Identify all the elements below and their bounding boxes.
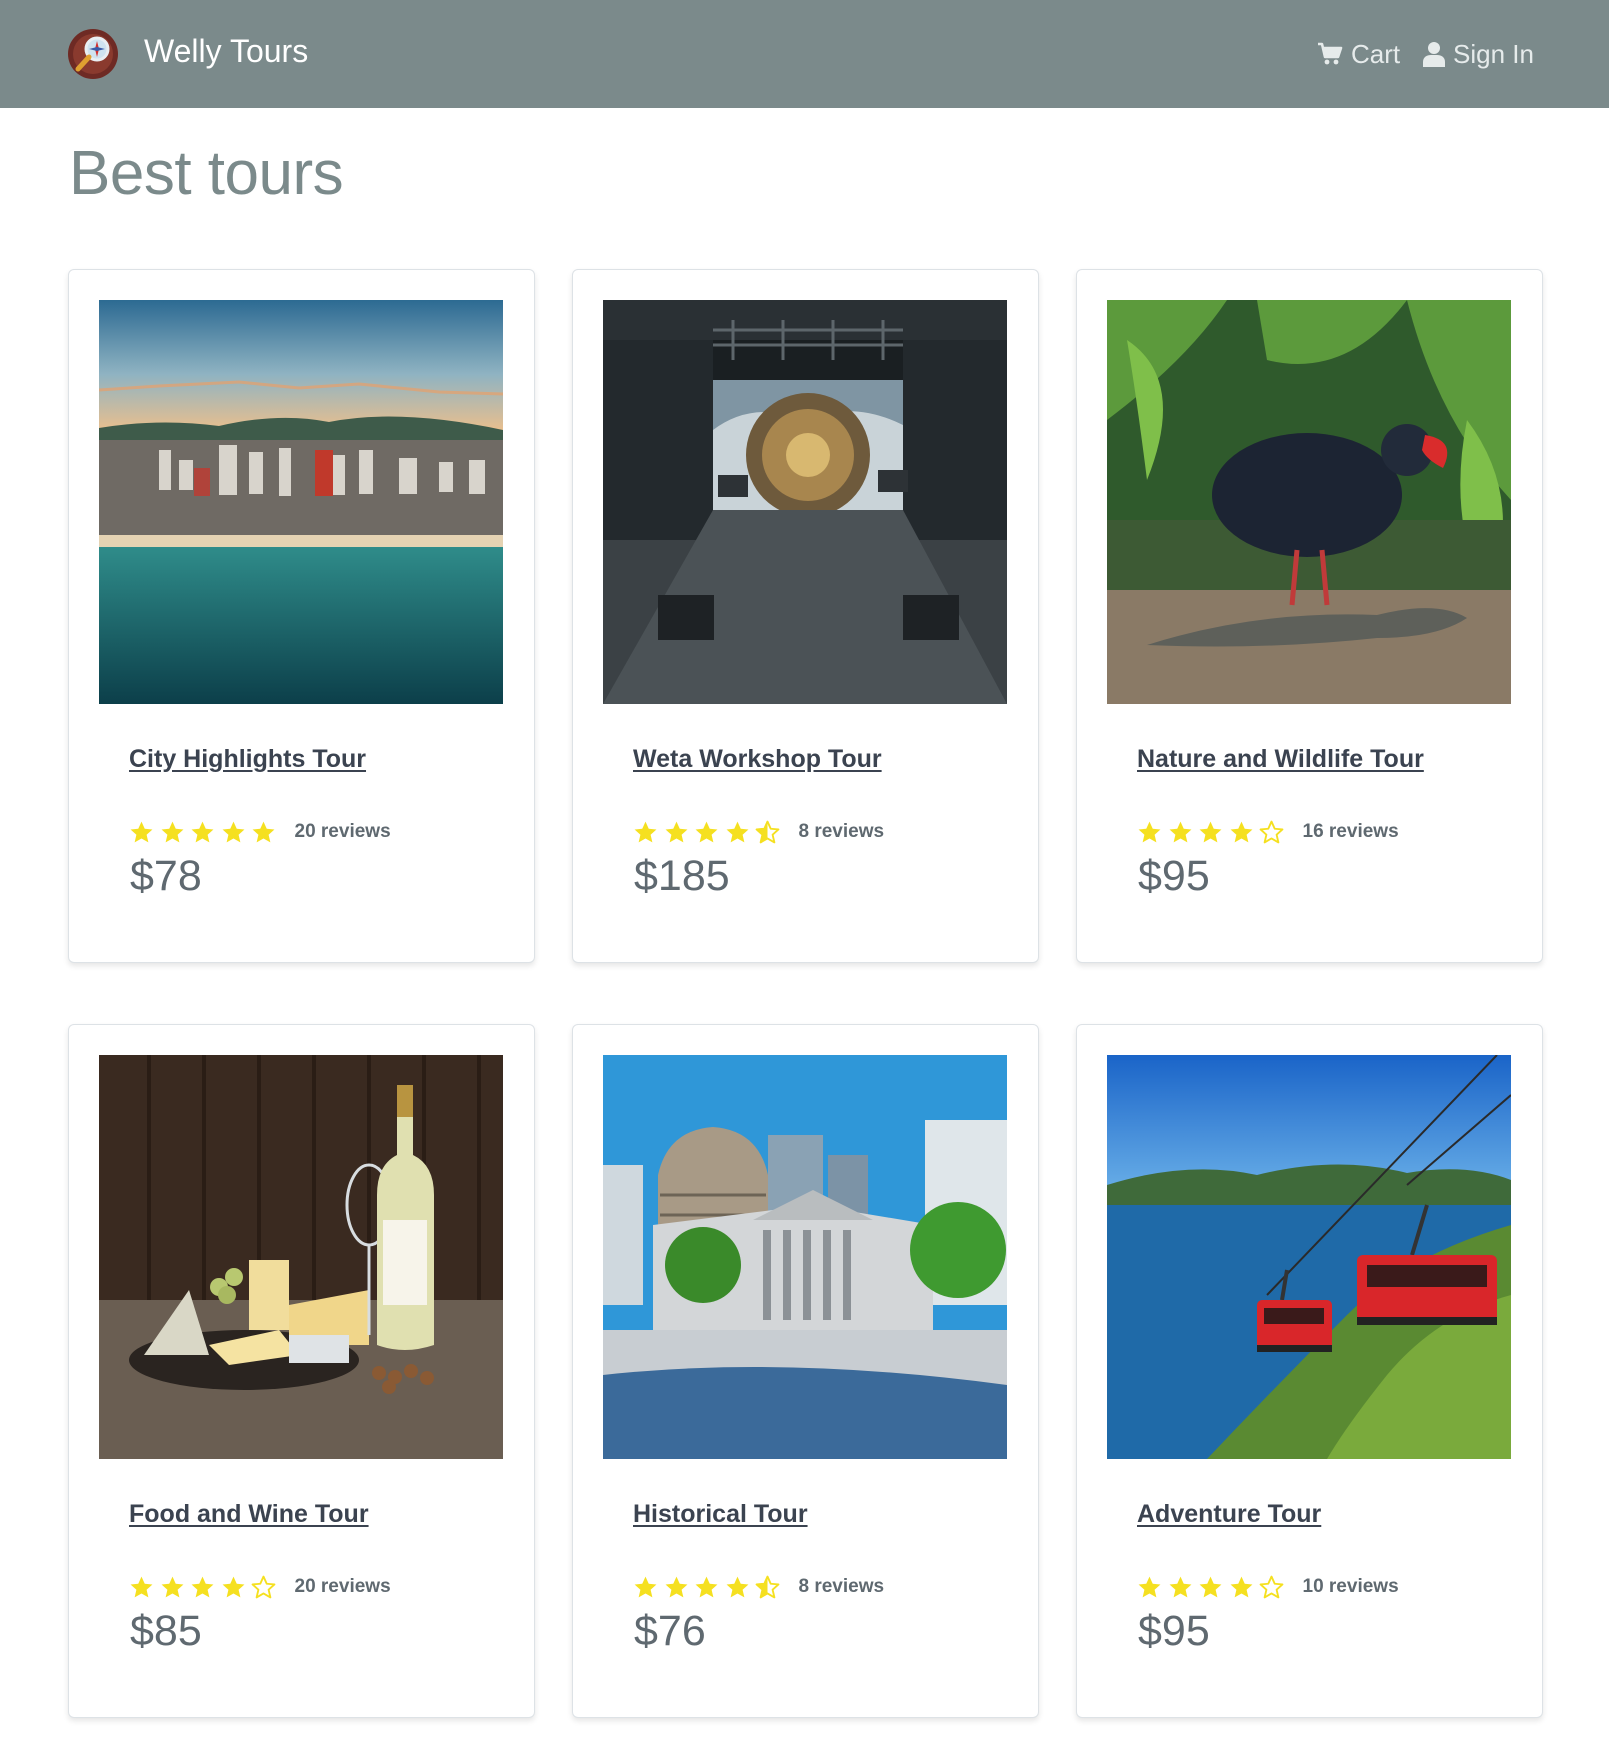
star-full-icon	[695, 821, 718, 842]
rating-row: 20 reviews	[129, 1573, 391, 1601]
tour-card[interactable]: Adventure Tour 10 reviews $95	[1076, 1024, 1543, 1718]
star-full-icon	[726, 1576, 748, 1597]
tour-price: $76	[634, 1607, 706, 1655]
tour-price: $85	[130, 1607, 202, 1655]
shopping-cart-icon	[1318, 42, 1343, 65]
star-full-icon	[130, 821, 153, 842]
star-full-icon	[1138, 1576, 1161, 1597]
rating-row: 20 reviews	[129, 818, 391, 846]
tour-price: $185	[634, 852, 730, 900]
sign-in-link[interactable]: Sign In	[1423, 36, 1534, 72]
user-icon	[1423, 42, 1445, 67]
star-rating	[633, 820, 786, 845]
tour-image-wellington-city[interactable]	[99, 300, 503, 704]
review-count: 20 reviews	[294, 821, 391, 842]
star-empty-icon	[251, 1575, 276, 1598]
star-full-icon	[726, 821, 748, 842]
review-count: 10 reviews	[1302, 1576, 1399, 1597]
star-full-icon	[191, 1576, 214, 1597]
star-full-icon	[1199, 1576, 1222, 1597]
star-full-icon	[634, 821, 657, 842]
star-full-icon	[161, 1576, 183, 1597]
tour-image-food-wine[interactable]	[99, 1055, 503, 1459]
star-full-icon	[1169, 1576, 1191, 1597]
star-half-icon	[755, 820, 780, 843]
sign-in-label: Sign In	[1453, 38, 1534, 69]
star-full-icon	[222, 1576, 244, 1597]
star-rating	[1137, 820, 1290, 845]
star-empty-icon	[1259, 1575, 1284, 1598]
cart-link[interactable]: Cart	[1317, 36, 1400, 72]
star-full-icon	[1169, 821, 1191, 842]
star-full-icon	[665, 1576, 687, 1597]
star-full-icon	[252, 821, 275, 842]
star-full-icon	[161, 821, 183, 842]
star-full-icon	[191, 821, 214, 842]
star-rating	[129, 820, 282, 845]
star-half-icon	[755, 1575, 780, 1598]
tour-card[interactable]: Food and Wine Tour 20 reviews $85	[68, 1024, 535, 1718]
tour-image-nature-wildlife[interactable]	[1107, 300, 1511, 704]
top-navbar: Welly Tours Cart Sign In	[0, 0, 1609, 108]
star-empty-icon	[1259, 820, 1284, 843]
rating-row: 16 reviews	[1137, 818, 1399, 846]
star-full-icon	[665, 821, 687, 842]
tour-title-link[interactable]: Adventure Tour	[1137, 1498, 1321, 1530]
star-full-icon	[634, 1576, 657, 1597]
tour-image-historical[interactable]	[603, 1055, 1007, 1459]
page-title: Best tours	[69, 139, 344, 208]
star-full-icon	[222, 821, 244, 842]
rating-row: 10 reviews	[1137, 1573, 1399, 1601]
star-full-icon	[1199, 821, 1222, 842]
tour-title-link[interactable]: Weta Workshop Tour	[633, 743, 882, 775]
tour-title-link[interactable]: Nature and Wildlife Tour	[1137, 743, 1424, 775]
review-count: 16 reviews	[1302, 821, 1399, 842]
brand-logo-icon[interactable]	[67, 28, 119, 80]
tour-title-link[interactable]: Historical Tour	[633, 1498, 808, 1530]
star-rating	[1137, 1575, 1290, 1600]
rating-row: 8 reviews	[633, 1573, 884, 1601]
tour-image-adventure[interactable]	[1107, 1055, 1511, 1459]
tour-card[interactable]: Historical Tour 8 reviews $76	[572, 1024, 1039, 1718]
tour-card[interactable]: Nature and Wildlife Tour 16 reviews $95	[1076, 269, 1543, 963]
tour-price: $95	[1138, 1607, 1210, 1655]
star-rating	[633, 1575, 786, 1600]
star-full-icon	[130, 1576, 153, 1597]
star-rating	[129, 1575, 282, 1600]
cart-label: Cart	[1351, 38, 1401, 69]
brand-name[interactable]: Welly Tours	[144, 31, 308, 71]
tour-image-film-studio[interactable]	[603, 300, 1007, 704]
star-full-icon	[1230, 821, 1252, 842]
review-count: 8 reviews	[798, 821, 885, 842]
star-full-icon	[1230, 1576, 1252, 1597]
review-count: 8 reviews	[798, 1576, 885, 1597]
tour-title-link[interactable]: City Highlights Tour	[129, 743, 366, 775]
star-full-icon	[1138, 821, 1161, 842]
tour-price: $95	[1138, 852, 1210, 900]
tour-card[interactable]: Weta Workshop Tour 8 reviews $185	[572, 269, 1039, 963]
tour-card[interactable]: City Highlights Tour 20 reviews $78	[68, 269, 535, 963]
tour-title-link[interactable]: Food and Wine Tour	[129, 1498, 369, 1530]
rating-row: 8 reviews	[633, 818, 884, 846]
review-count: 20 reviews	[294, 1576, 391, 1597]
tour-price: $78	[130, 852, 202, 900]
star-full-icon	[695, 1576, 718, 1597]
